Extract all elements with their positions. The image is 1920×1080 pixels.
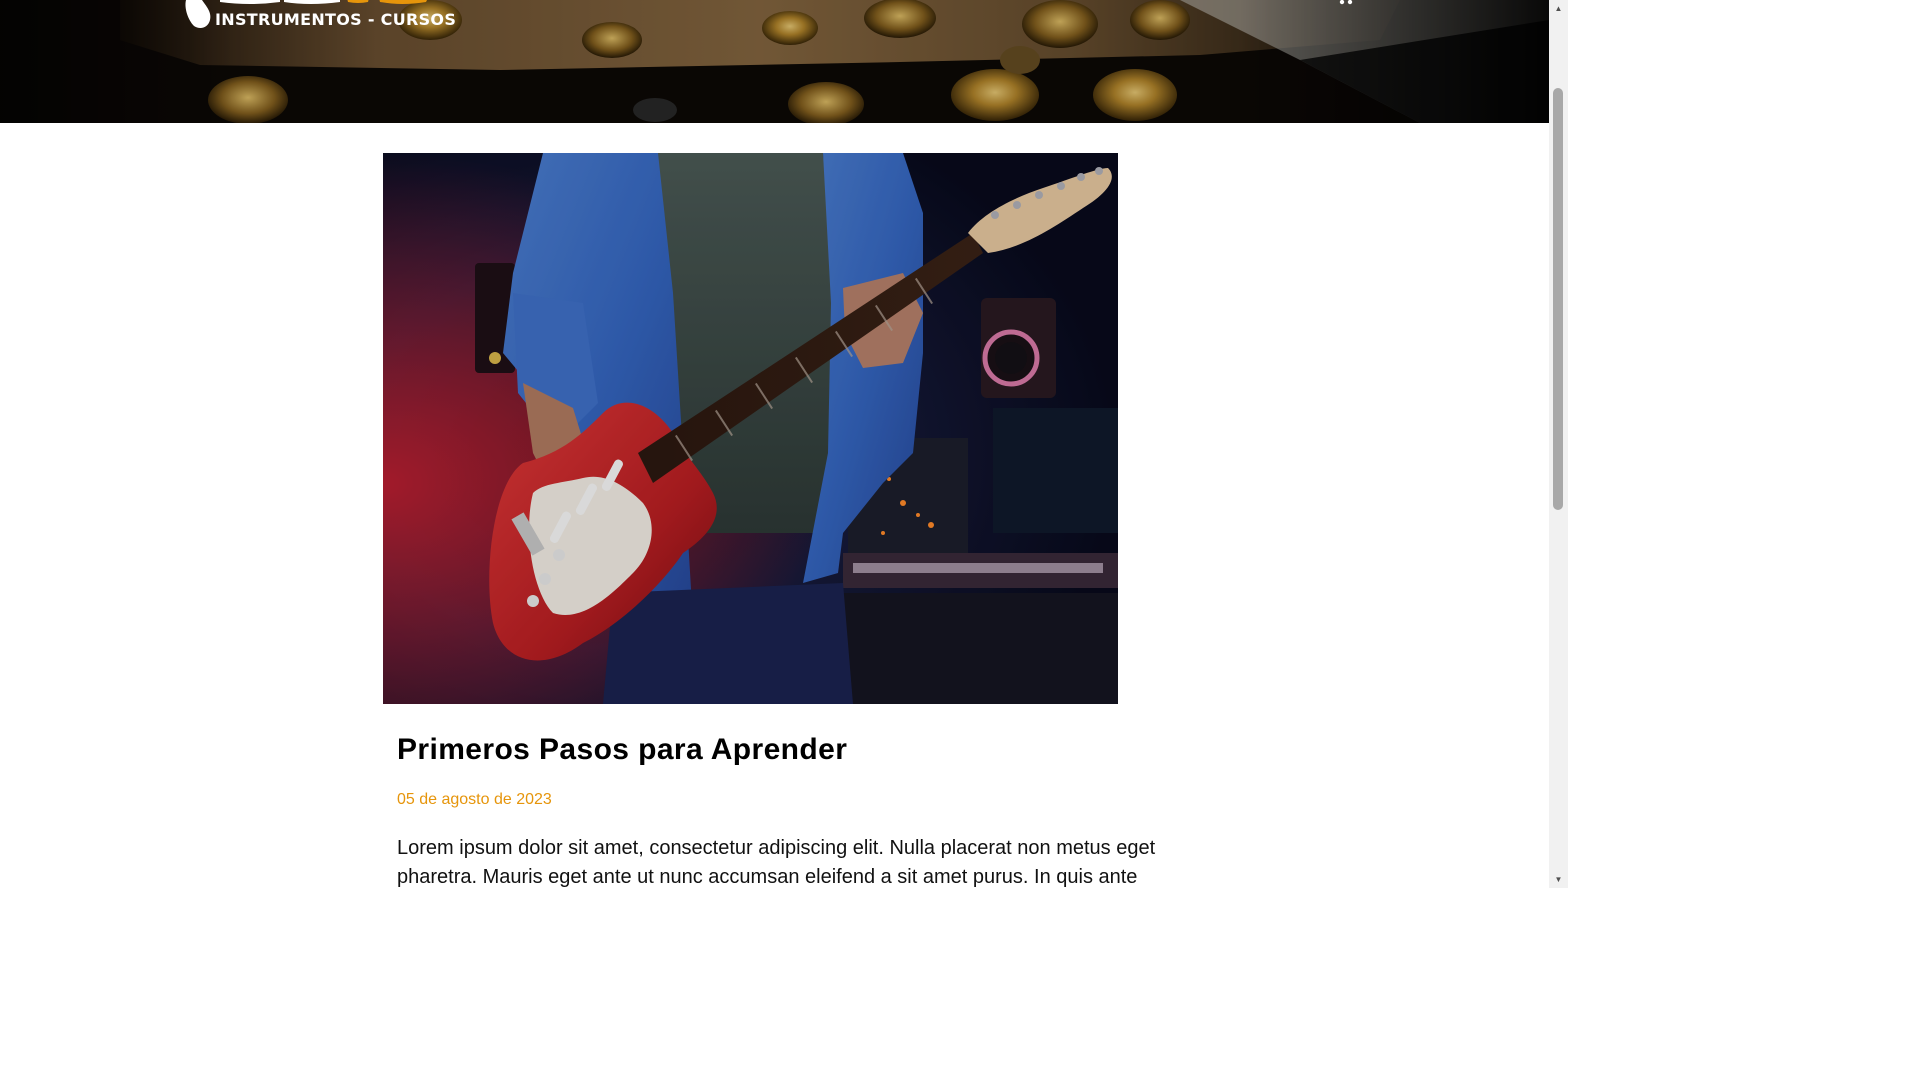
page-scrollbar[interactable]: ▲ ▼ — [1549, 0, 1568, 888]
page: INSTRUMENTOS - CURSOS Primeros Pasos par… — [0, 0, 1568, 888]
blog-article: Primeros Pasos para Aprender 05 de agost… — [383, 153, 1155, 888]
scroll-down-arrow-icon[interactable]: ▼ — [1549, 871, 1568, 888]
scrollbar-thumb[interactable] — [1553, 88, 1563, 510]
article-body: Primeros Pasos para Aprender 05 de agost… — [383, 732, 1155, 888]
logo-subtitle: INSTRUMENTOS - CURSOS — [215, 10, 457, 29]
article-title: Primeros Pasos para Aprender — [397, 733, 848, 766]
site-logo[interactable]: INSTRUMENTOS - CURSOS — [180, 0, 456, 30]
article-date: 05 de agosto de 2023 — [397, 791, 552, 808]
site-header: INSTRUMENTOS - CURSOS — [0, 0, 1549, 123]
guitarist-photo — [383, 153, 1118, 704]
cart-icon[interactable] — [1332, 0, 1356, 6]
scroll-up-arrow-icon[interactable]: ▲ — [1549, 0, 1568, 17]
article-paragraph: Lorem ipsum dolor sit amet, consectetur … — [397, 837, 1156, 888]
article-hero-image — [383, 153, 1118, 704]
